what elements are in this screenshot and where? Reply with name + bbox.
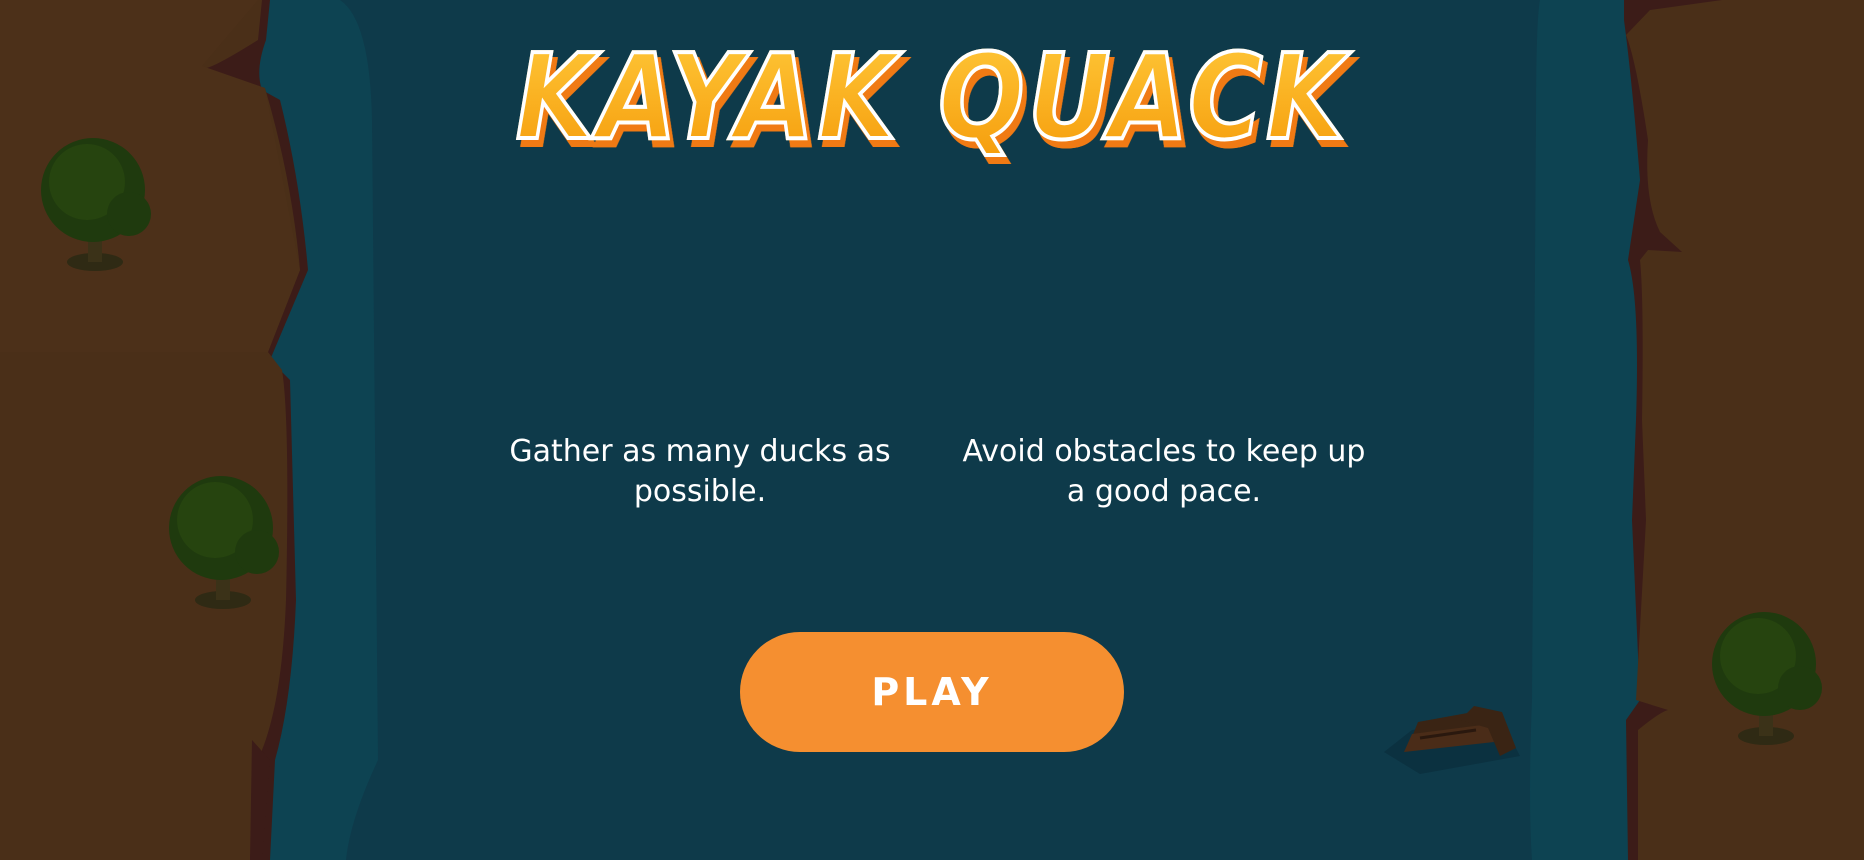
play-button[interactable]: PLAY: [740, 632, 1124, 752]
game-title: KAYAK QUACK: [130, 26, 1733, 168]
instruction-avoid-obstacles: Avoid obstacles to keep up a good pace.: [962, 434, 1366, 509]
instruction-collect-ducks: Gather as many ducks as possible.: [509, 434, 891, 509]
play-button-label: PLAY: [871, 670, 993, 714]
game-screen: KAYAK QUACK Gather as many ducks as poss…: [0, 0, 1864, 860]
